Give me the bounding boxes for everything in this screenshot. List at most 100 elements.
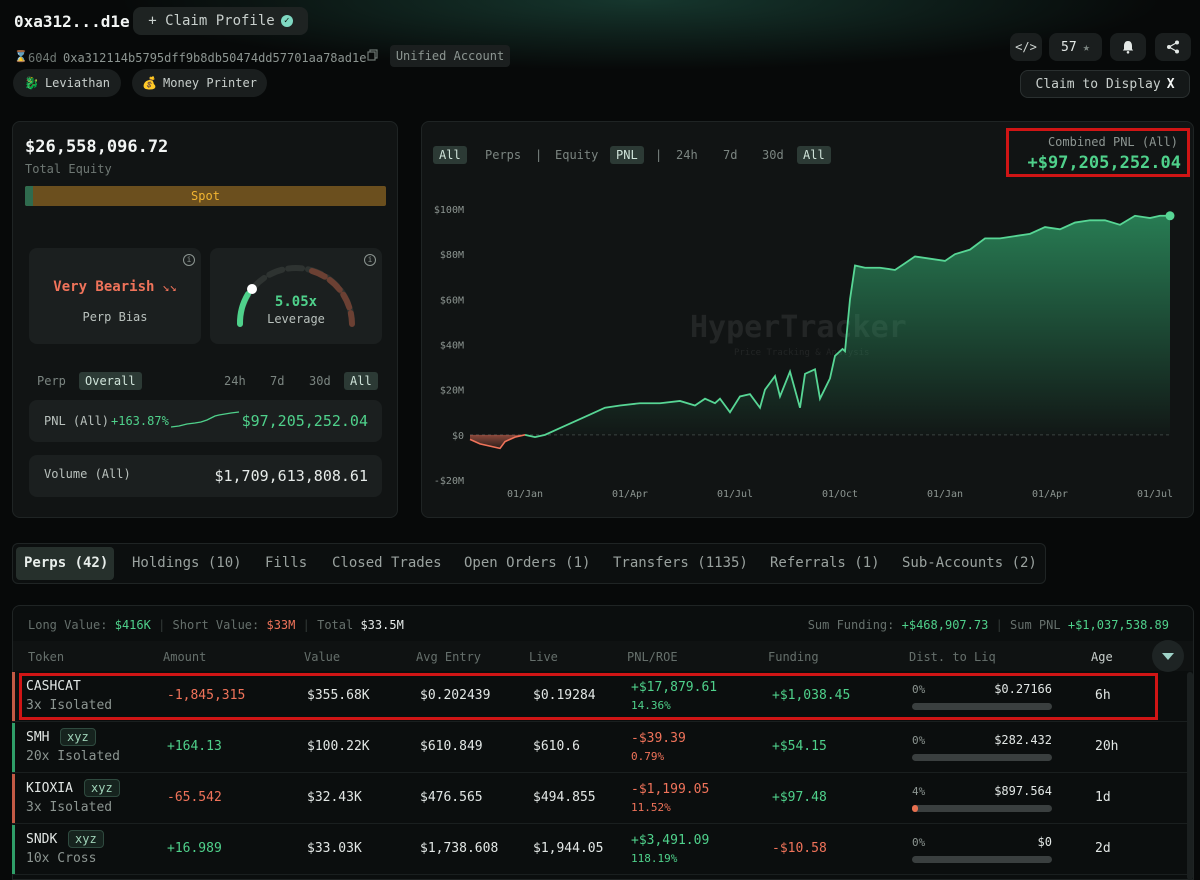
filter-all[interactable]: All [344, 372, 378, 390]
filter-24h[interactable]: 24h [224, 374, 246, 388]
cell-pnl: -$1,199.05 [631, 782, 710, 797]
cell-live: $610.6 [533, 739, 580, 754]
star-icon: ★ [1082, 40, 1090, 54]
sum-funding-label: Sum Funding: [807, 618, 895, 632]
wallet-age: 604d [28, 51, 57, 65]
embed-code-button[interactable]: </> [1010, 33, 1042, 61]
cell-amount: +164.13 [167, 739, 222, 754]
liq-distance-bar [912, 856, 1052, 863]
x-tick-label: 01/Apr [612, 489, 648, 500]
stats-left: Long Value: $416K | Short Value: $33M | … [28, 618, 404, 632]
col-token[interactable]: Token [28, 650, 64, 664]
table-row[interactable]: KIOXIA xyz 3x Isolated -65.542 $32.43K $476.5… [12, 774, 1188, 824]
cell-pnl: +$3,491.09 [631, 833, 710, 848]
y-tick-label: $80M [440, 250, 464, 261]
col-pnl-roe[interactable]: PNL/ROE [627, 650, 678, 664]
y-tick-label: $40M [440, 341, 464, 352]
pnl-row: PNL (All) +163.87% $97,205,252.04 [29, 400, 382, 442]
cell-age: 2d [1095, 841, 1111, 856]
wallet-address-short: 0xa312...d1e [14, 12, 130, 31]
cell-live: $494.855 [533, 790, 596, 805]
token-symbol[interactable]: SNDK [26, 832, 57, 847]
liq-distance-bar [912, 754, 1052, 761]
sum-funding-value: +$468,907.73 [901, 618, 989, 632]
col-value[interactable]: Value [304, 650, 340, 664]
liq-price: $282.432 [994, 733, 1052, 747]
margin-mode: 20x Isolated [26, 749, 120, 764]
table-row[interactable]: SMH xyz 20x Isolated +164.13 $100.22K $610.84… [12, 723, 1188, 773]
filter-7d[interactable]: 7d [270, 374, 284, 388]
copy-icon[interactable] [367, 49, 379, 61]
share-button[interactable] [1155, 33, 1191, 61]
info-icon[interactable]: i [183, 254, 195, 266]
y-tick-label: $100M [434, 205, 464, 216]
perp-bias-panel: i Very Bearish ↘↘ Perp Bias [29, 248, 201, 344]
x-tick-label: 01/Jul [1137, 489, 1173, 500]
table-scrollbar[interactable] [1187, 672, 1193, 880]
col-avg-entry[interactable]: Avg Entry [416, 650, 481, 664]
cell-amount: +16.989 [167, 841, 222, 856]
x-tick-label: 01/Oct [822, 489, 858, 500]
sum-pnl-label: Sum PNL [1010, 618, 1061, 632]
token-symbol[interactable]: SMH [26, 730, 49, 745]
pnl-percent: +163.87% [111, 414, 169, 428]
side-indicator [12, 774, 15, 823]
short-value: $33M [266, 618, 296, 632]
perp-bias-value: Very Bearish [53, 279, 155, 295]
x-tick-label: 01/Jul [717, 489, 753, 500]
cell-entry: $476.565 [420, 790, 483, 805]
col-live[interactable]: Live [529, 650, 558, 664]
cell-value: $32.43K [307, 790, 362, 805]
leverage-label: Leverage [267, 312, 325, 326]
token-symbol[interactable]: KIOXIA [26, 781, 73, 796]
claim-to-display-label: Claim to Display [1035, 76, 1161, 92]
sum-pnl-value: +$1,037,538.89 [1067, 618, 1169, 632]
account-type-badge: Unified Account [390, 45, 510, 67]
info-icon[interactable]: i [364, 254, 376, 266]
sort-dropdown-button[interactable] [1152, 640, 1184, 672]
col-dist-to-liq[interactable]: Dist. to Liq [909, 650, 996, 664]
claim-profile-button[interactable]: + Claim Profile ✓ [133, 7, 308, 35]
badge-money-printer[interactable]: 💰 Money Printer [132, 69, 267, 97]
pnl-sparkline [171, 411, 239, 428]
follow-button[interactable]: 57 ★ [1049, 33, 1102, 61]
cashcat-row-highlight [19, 673, 1158, 720]
claim-to-display-button[interactable]: Claim to Display X [1020, 70, 1190, 98]
col-age[interactable]: Age [1091, 650, 1113, 664]
liq-percent: 0% [912, 836, 926, 849]
col-funding[interactable]: Funding [768, 650, 819, 664]
col-amount[interactable]: Amount [163, 650, 206, 664]
verified-icon: ✓ [280, 15, 293, 27]
tab-fills[interactable]: Fills [265, 555, 307, 571]
table-row[interactable]: SNDK xyz 10x Cross +16.989 $33.03K $1,738.608… [12, 825, 1188, 875]
tab-open-orders[interactable]: Open Orders (1) [464, 555, 590, 571]
margin-mode: 10x Cross [26, 851, 97, 866]
tab-sub-accounts[interactable]: Sub-Accounts (2) [902, 555, 1037, 571]
tab-holdings[interactable]: Holdings (10) [132, 555, 242, 571]
tab-perps[interactable]: Perps (42) [24, 555, 108, 571]
notifications-button[interactable] [1110, 33, 1146, 61]
x-logo-icon: X [1166, 76, 1175, 92]
tab-transfers[interactable]: Transfers (1135) [613, 555, 748, 571]
filter-overall[interactable]: Overall [79, 372, 142, 390]
tab-referrals[interactable]: Referrals (1) [770, 555, 880, 571]
filter-perp[interactable]: Perp [37, 374, 66, 388]
y-tick-label: -$20M [434, 476, 464, 487]
short-value-label: Short Value: [172, 618, 260, 632]
account-type-label: Unified Account [395, 49, 505, 63]
total-equity-label: Total Equity [25, 162, 112, 176]
tab-closed-trades[interactable]: Closed Trades [332, 555, 442, 571]
pnl-chart: $100M $80M $60M $40M $20M $0 -$20M 01/Jan 01/Apr… [434, 205, 1175, 500]
claim-profile-label: + Claim Profile [148, 13, 275, 29]
pnl-label: PNL (All) [44, 414, 110, 428]
liq-percent: 4% [912, 785, 926, 798]
badge-leviathan[interactable]: 🐉 Leviathan [13, 69, 121, 97]
filter-30d[interactable]: 30d [309, 374, 331, 388]
code-icon: </> [1015, 40, 1037, 54]
share-icon [1167, 40, 1179, 54]
liq-distance-fill [912, 805, 918, 812]
stats-right: Sum Funding: +$468,907.73 | Sum PNL +$1,… [807, 618, 1169, 632]
cell-roe: 0.79% [631, 750, 665, 763]
cell-funding: +$97.48 [772, 790, 827, 805]
long-value-label: Long Value: [28, 618, 108, 632]
